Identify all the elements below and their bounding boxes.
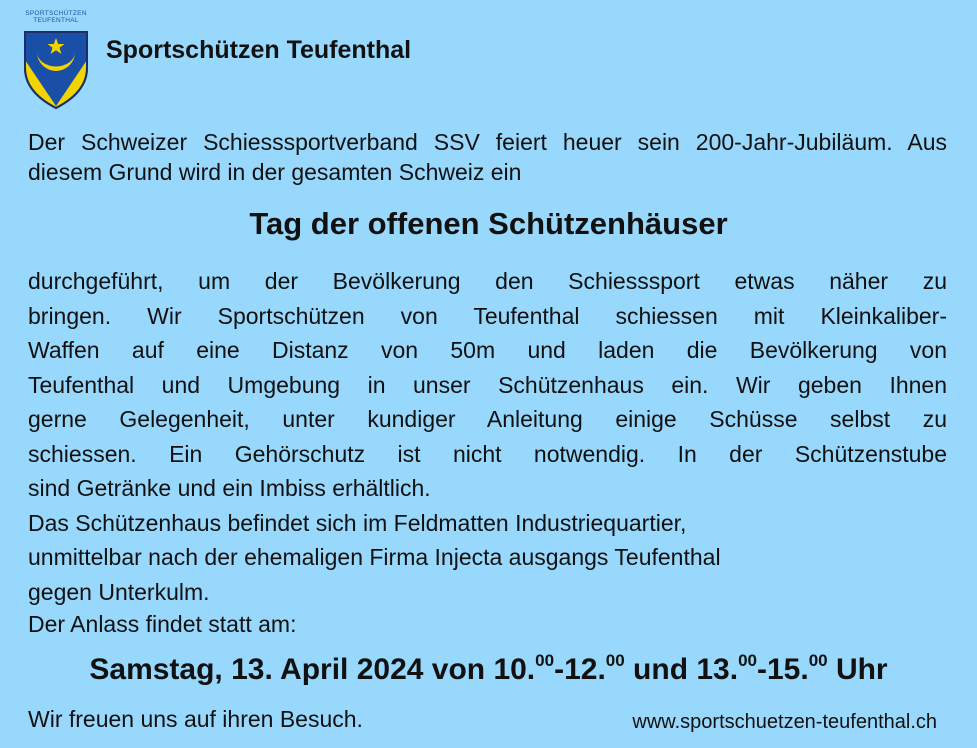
body-line: gerne Gelegenheit, unter kundiger Anleit… <box>28 406 947 432</box>
time-sup: 00 <box>808 651 828 670</box>
date-part: -15. <box>756 653 809 686</box>
date-part: und 13. <box>624 653 739 686</box>
club-name: Sportschützen Teufenthal <box>106 36 412 64</box>
location-line: Das Schützenhaus befindet sich im Feldma… <box>28 509 687 536</box>
logo-text-line1: SPORTSCHÜTZEN <box>25 10 87 17</box>
logo-text-line2: TEUFENTHAL <box>33 17 79 24</box>
body-line: sind Getränke und ein Imbiss erhältlich. <box>28 475 431 501</box>
body-line: schiessen. Ein Gehörschutz ist nicht not… <box>28 440 947 467</box>
website-link[interactable]: www.sportschuetzen-teufenthal.ch <box>632 711 937 734</box>
date-intro: Der Anlass findet statt am: <box>28 611 297 637</box>
event-headline: Tag der offenen Schützenhäuser <box>249 206 728 241</box>
body-line: Teufenthal und Umgebung in unser Schütze… <box>28 371 947 398</box>
body-paragraph: durchgeführt, um der Bevölkerung den Sch… <box>28 264 947 609</box>
event-date: Samstag, 13. April 2024 von 10.00-12.00 … <box>0 651 977 687</box>
shield-crest-icon <box>24 31 88 110</box>
farewell-text: Wir freuen uns auf ihren Besuch. <box>28 706 363 732</box>
time-sup: 00 <box>535 651 555 670</box>
date-part: -12. <box>554 653 606 686</box>
body-line: durchgeführt, um der Bevölkerung den Sch… <box>28 268 947 294</box>
body-line: Waffen auf eine Distanz von 50m und lade… <box>28 337 947 363</box>
location-line: unmittelbar nach der ehemaligen Firma In… <box>28 544 721 570</box>
time-sup: 00 <box>605 651 625 670</box>
date-prefix: Samstag, 13. April 2024 von 10. <box>89 653 536 686</box>
body-line: bringen. Wir Sportschützen von Teufentha… <box>28 302 947 329</box>
location-line: gegen Unterkulm. <box>28 578 210 605</box>
intro-paragraph: Der Schweizer Schiesssportverband SSV fe… <box>28 129 947 185</box>
club-logo: SPORTSCHÜTZEN TEUFENTHAL <box>20 10 92 110</box>
time-sup: 00 <box>738 651 757 670</box>
date-suffix: Uhr <box>827 653 888 686</box>
